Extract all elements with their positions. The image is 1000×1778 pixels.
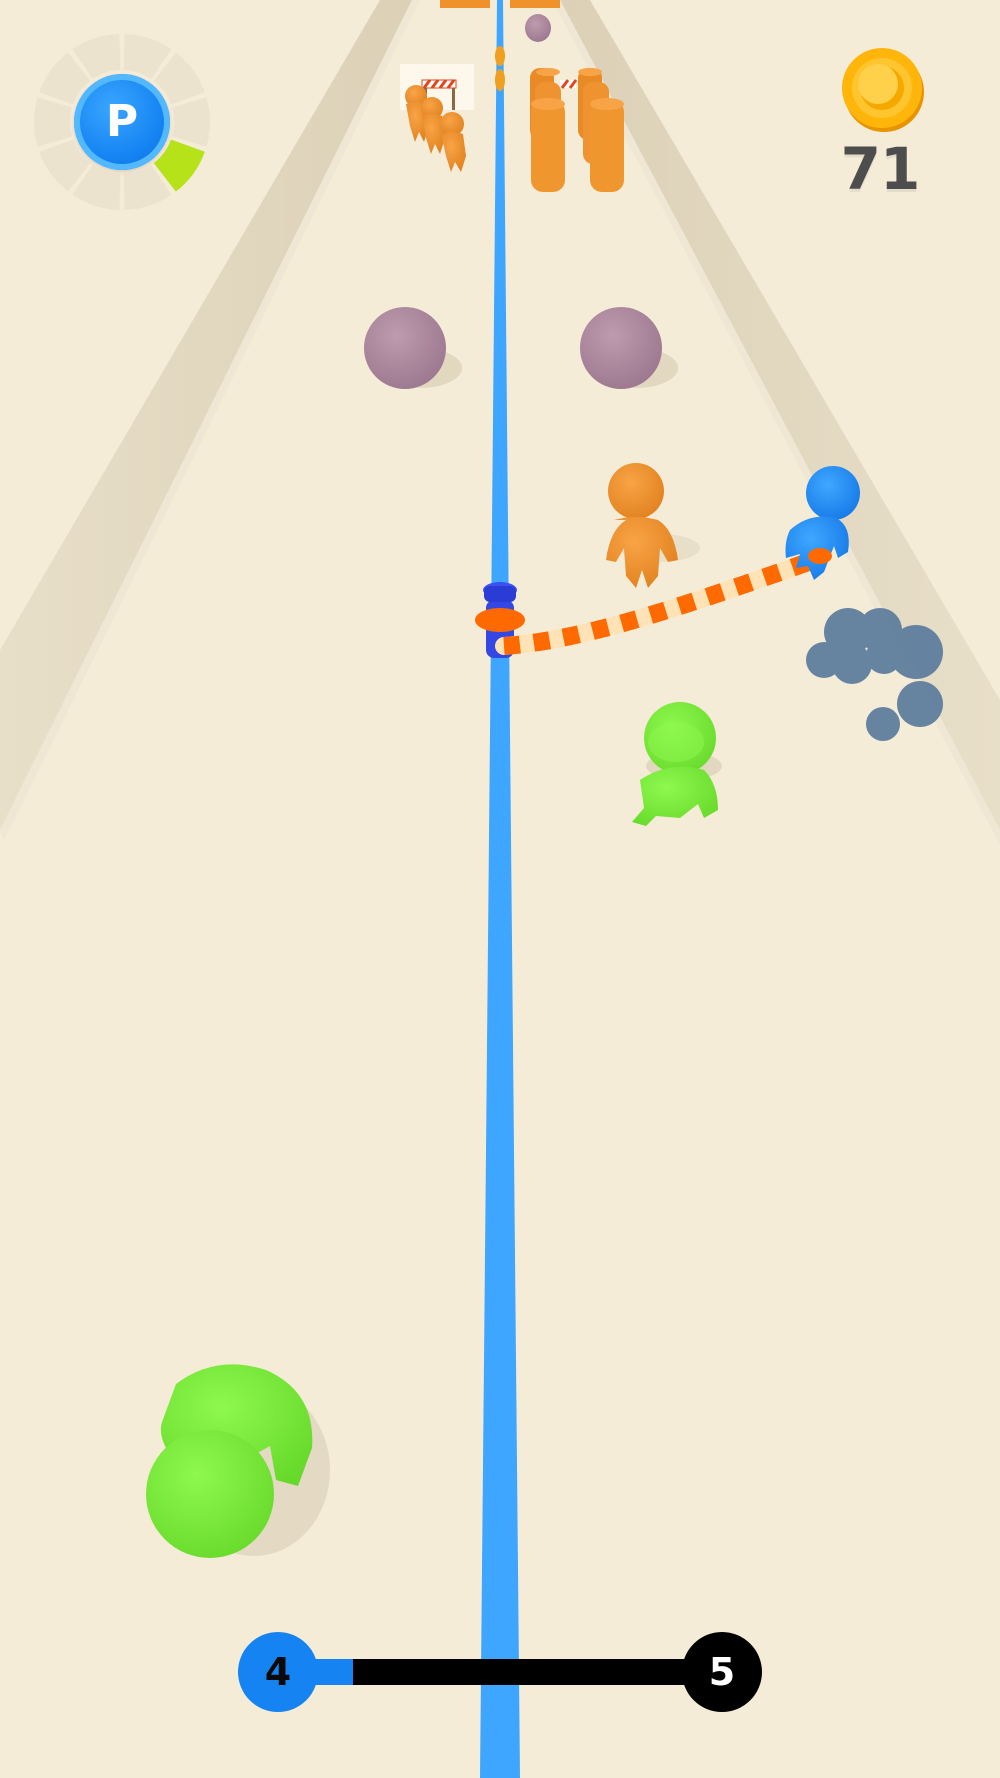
- far-boulder: [525, 14, 551, 42]
- gold-coin-icon: [842, 48, 924, 132]
- level-progress-bar: 4 5: [238, 1632, 762, 1712]
- coin-counter: 71: [830, 44, 930, 214]
- far-barrier: [440, 0, 490, 8]
- perk-letter: P: [105, 96, 139, 147]
- perk-meter-segment: [171, 97, 211, 147]
- next-level-number: 5: [708, 1650, 736, 1694]
- far-lane-marker: [495, 46, 505, 66]
- boulder: [364, 307, 446, 389]
- game-viewport[interactable]: P 71 4 5: [0, 0, 1000, 1778]
- far-lane-marker: [495, 69, 505, 91]
- perk-p-icon[interactable]: P: [74, 74, 170, 170]
- boulder: [580, 307, 662, 389]
- coin-count: 71: [840, 135, 921, 203]
- perk-meter[interactable]: P: [32, 32, 212, 212]
- current-level-badge: 4: [238, 1632, 318, 1712]
- game-scene: [0, 0, 1000, 1778]
- next-level-badge: 5: [682, 1632, 762, 1712]
- far-barrier: [510, 0, 560, 8]
- progress-track: [278, 1659, 722, 1685]
- current-level-number: 4: [264, 1650, 292, 1694]
- perk-meter-segment: [34, 97, 73, 147]
- barricade-right: [560, 79, 578, 89]
